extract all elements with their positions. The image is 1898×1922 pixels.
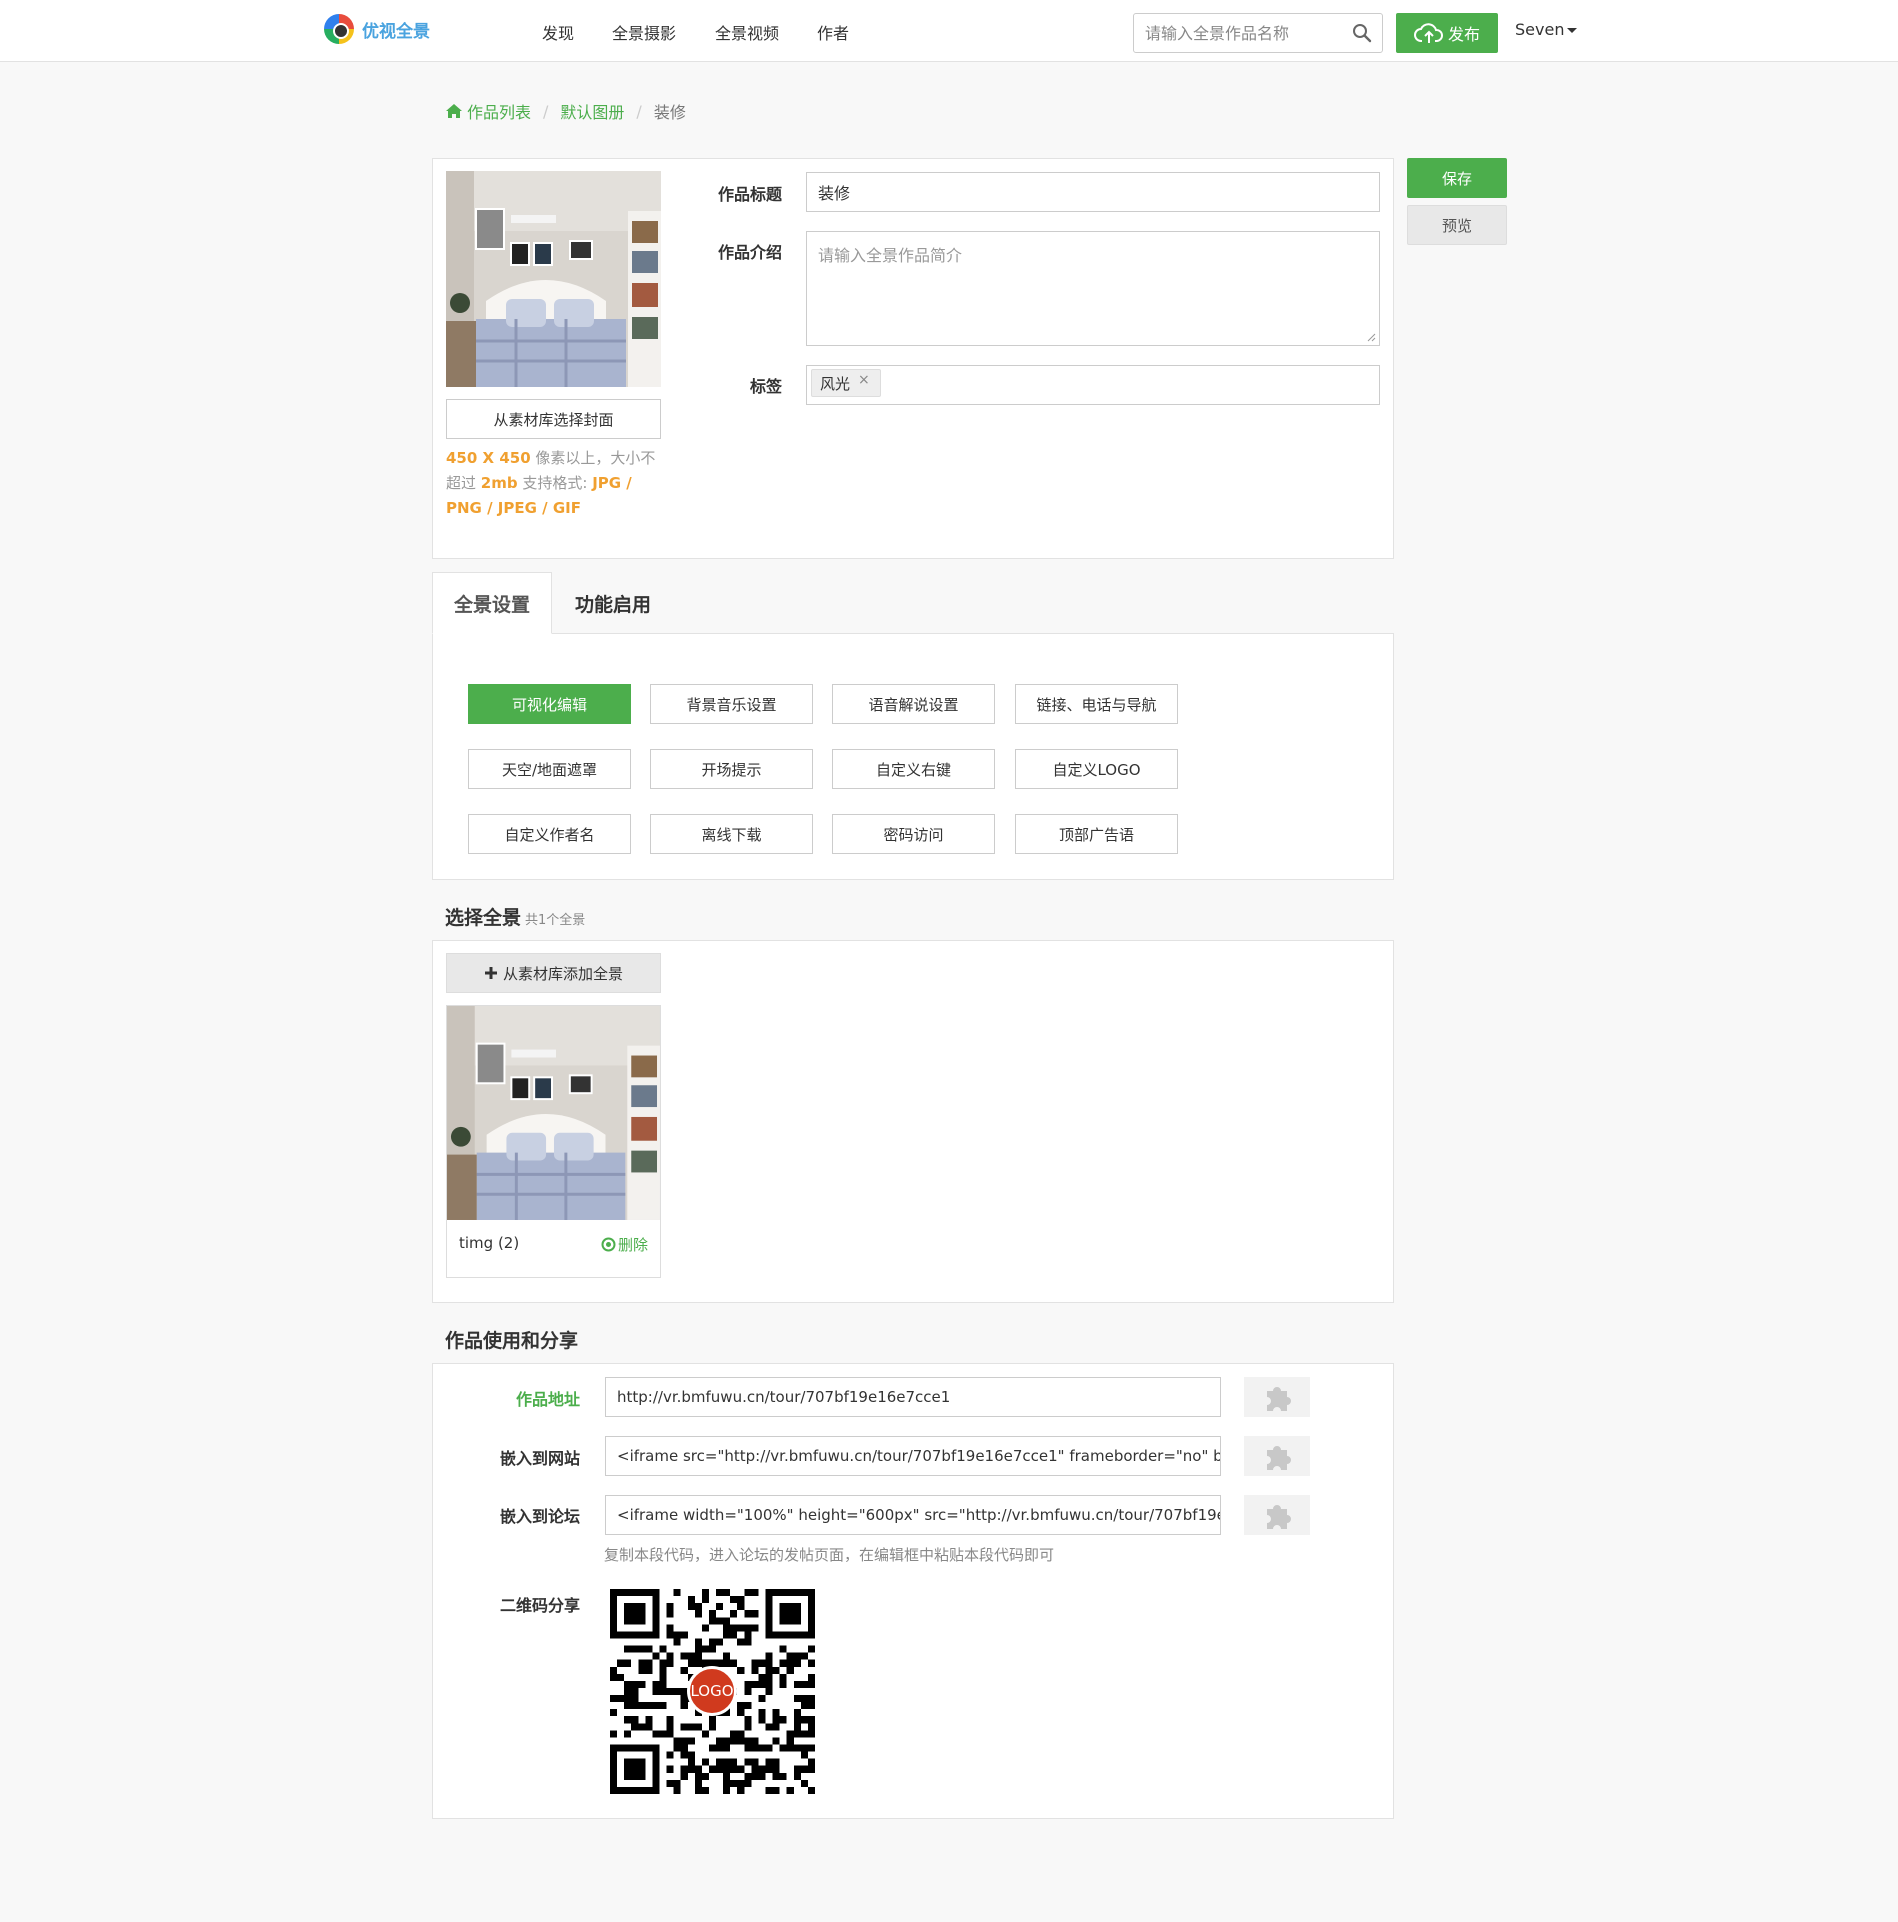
hint-size: 450 X 450 [446, 449, 531, 467]
title-label: 作品标题 [717, 185, 782, 204]
search-input[interactable] [1134, 14, 1334, 52]
feature-top-ad[interactable]: 顶部广告语 [1015, 814, 1178, 854]
breadcrumb-sep: / [636, 101, 642, 121]
user-name: Seven [1515, 20, 1565, 39]
nav-discover[interactable]: 发现 [542, 20, 574, 44]
preview-button[interactable]: 预览 [1407, 205, 1507, 245]
feature-link-nav[interactable]: 链接、电话与导航 [1015, 684, 1178, 724]
copy-embed-site-button[interactable] [1244, 1436, 1310, 1476]
bedroom-photo [447, 1006, 660, 1220]
breadcrumb-works[interactable]: 作品列表 [467, 99, 531, 123]
tab-feature-enable[interactable]: 功能启用 [553, 572, 673, 634]
publish-label: 发布 [1447, 25, 1480, 44]
feature-custom-logo[interactable]: 自定义LOGO [1015, 749, 1178, 789]
remove-circle-icon [601, 1237, 616, 1252]
nav-authors[interactable]: 作者 [817, 20, 849, 44]
navbar: 优视全景 发现 全景摄影 全景视频 作者 发布 Seven [0, 0, 1898, 62]
embed-site-label: 嵌入到网站 [499, 1449, 580, 1468]
embed-site-input[interactable]: <iframe src="http://vr.bmfuwu.cn/tour/70… [605, 1436, 1221, 1476]
feature-narration[interactable]: 语音解说设置 [832, 684, 995, 724]
url-input[interactable]: http://vr.bmfuwu.cn/tour/707bf19e16e7cce… [605, 1377, 1221, 1417]
user-menu[interactable]: Seven [1515, 20, 1578, 39]
pano-thumbnail[interactable] [447, 1006, 660, 1220]
tab-pano-settings[interactable]: 全景设置 [432, 572, 552, 634]
breadcrumb-sep: / [543, 101, 549, 121]
qr-code: LOGO [610, 1589, 815, 1794]
feature-author-name[interactable]: 自定义作者名 [468, 814, 631, 854]
pano-delete-button[interactable]: 删除 [601, 1234, 648, 1255]
pano-name: timg (2) [459, 1234, 520, 1252]
feature-password[interactable]: 密码访问 [832, 814, 995, 854]
caret-down-icon [1567, 28, 1578, 33]
copy-url-button[interactable] [1244, 1377, 1310, 1417]
feature-opening-tip[interactable]: 开场提示 [650, 749, 813, 789]
puzzle-icon [1267, 1387, 1291, 1411]
tags-label: 标签 [749, 377, 782, 396]
feature-sky-ground[interactable]: 天空/地面遮罩 [468, 749, 631, 789]
forum-hint: 复制本段代码，进入论坛的发帖页面，在编辑框中粘贴本段代码即可 [604, 1546, 1055, 1564]
feature-visual-edit[interactable]: 可视化编辑 [468, 684, 631, 724]
title-input[interactable]: 装修 [806, 172, 1380, 212]
embed-forum-input[interactable]: <iframe width="100%" height="600px" src=… [605, 1495, 1221, 1535]
home-icon [446, 104, 462, 118]
search-box [1133, 13, 1383, 53]
pano-card: timg (2) 删除 [446, 1005, 661, 1278]
select-pano-title: 选择全景 共1个全景 [445, 903, 585, 930]
cover-image[interactable] [446, 171, 661, 387]
logo-text: 优视全景 [362, 21, 430, 42]
bedroom-photo [446, 171, 661, 387]
cover-hint: 450 X 450 像素以上，大小不超过 2mb 支持格式: JPG / PNG… [446, 446, 666, 521]
select-pano-title-text: 选择全景 [445, 907, 522, 929]
embed-forum-label: 嵌入到论坛 [499, 1507, 580, 1526]
add-pano-label: 从素材库添加全景 [502, 964, 623, 983]
logo[interactable]: 优视全景 [324, 14, 430, 44]
share-panel [432, 1363, 1394, 1819]
hint-maxsize: 2mb [480, 474, 518, 492]
nav-pano-photo[interactable]: 全景摄影 [612, 20, 676, 44]
feature-right-click[interactable]: 自定义右键 [832, 749, 995, 789]
qr-label: 二维码分享 [499, 1596, 580, 1615]
search-icon[interactable] [1352, 23, 1372, 43]
pano-delete-label: 删除 [617, 1236, 648, 1254]
share-title: 作品使用和分享 [445, 1330, 579, 1352]
breadcrumb: 作品列表 / 默认图册 / 装修 [446, 99, 686, 123]
select-cover-button[interactable]: 从素材库选择封面 [446, 399, 661, 439]
resize-handle-icon[interactable] [1366, 332, 1376, 342]
tag-label: 风光 [820, 374, 851, 393]
feature-offline-download[interactable]: 离线下载 [650, 814, 813, 854]
cloud-upload-icon [1413, 23, 1443, 43]
pano-count: 共1个全景 [525, 913, 586, 928]
add-pano-button[interactable]: 从素材库添加全景 [446, 953, 661, 993]
tag-remove-icon[interactable]: × [858, 372, 870, 388]
plus-icon [484, 967, 497, 979]
tags-input[interactable] [806, 365, 1380, 405]
breadcrumb-current: 装修 [653, 103, 686, 122]
puzzle-icon [1267, 1505, 1291, 1529]
intro-placeholder: 请输入全景作品简介 [818, 246, 963, 265]
publish-button[interactable]: 发布 [1396, 13, 1498, 53]
breadcrumb-album[interactable]: 默认图册 [560, 99, 624, 123]
intro-label: 作品介绍 [717, 243, 782, 262]
tag-chip: 风光 × [811, 369, 881, 397]
intro-textarea[interactable]: 请输入全景作品简介 [806, 231, 1380, 346]
copy-embed-forum-button[interactable] [1244, 1495, 1310, 1535]
logo-icon [324, 14, 354, 44]
url-label: 作品地址 [515, 1390, 580, 1409]
save-button[interactable]: 保存 [1407, 158, 1507, 198]
qr-logo: LOGO [687, 1666, 737, 1716]
hint-text: 支持格式: [517, 474, 593, 492]
nav-pano-video[interactable]: 全景视频 [715, 20, 779, 44]
puzzle-icon [1267, 1446, 1291, 1470]
feature-bgm[interactable]: 背景音乐设置 [650, 684, 813, 724]
